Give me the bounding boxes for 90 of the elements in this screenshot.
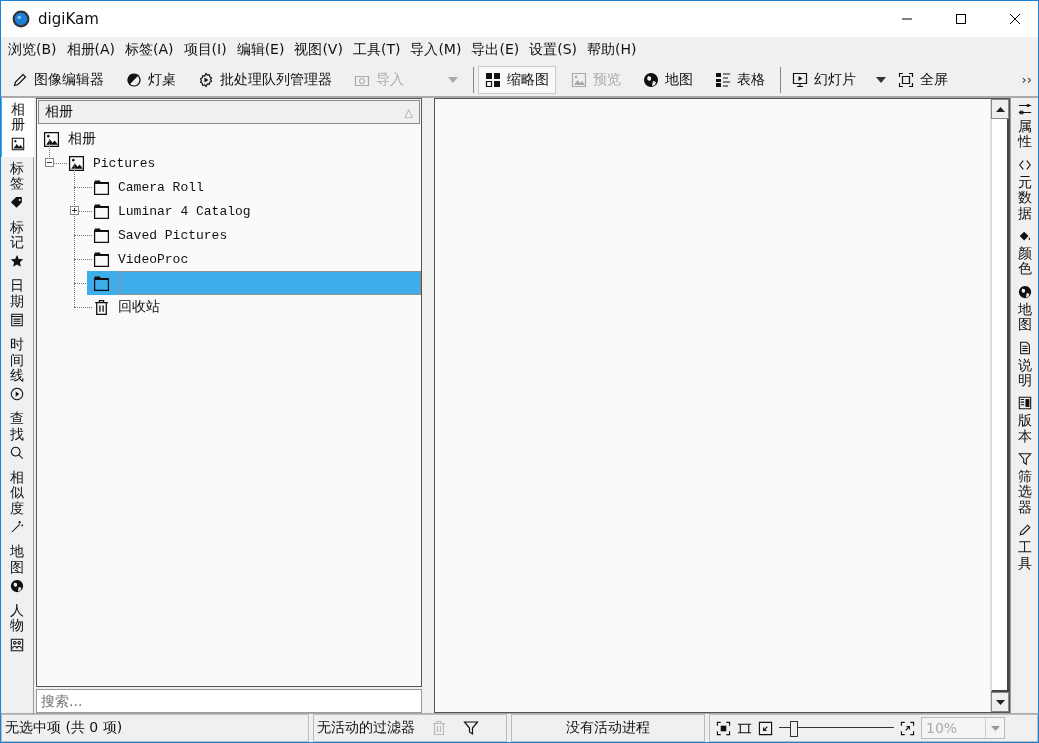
toolbar-button[interactable]: 灯桌 (119, 65, 183, 94)
menu-item[interactable]: 导入(M) (405, 41, 467, 59)
fullscreen-icon (898, 71, 914, 88)
toolbar-button[interactable]: 地图 (636, 65, 700, 94)
image-icon (11, 136, 25, 151)
document-icon (1017, 340, 1032, 355)
sidebar-tab[interactable]: 标记 (1, 215, 33, 275)
search-field[interactable]: 搜索... (36, 689, 422, 713)
selection-status: 无选中项 (共 0 项) (1, 714, 309, 742)
monitor-play-icon (792, 71, 808, 88)
app-logo-icon (12, 10, 30, 28)
trash-icon (431, 720, 447, 736)
folder-icon (93, 226, 110, 244)
menu-item[interactable]: 相册(A) (61, 41, 121, 59)
sidebar-tab[interactable]: 地图 (1011, 280, 1038, 337)
sidebar-tab[interactable]: 颜色 (1011, 224, 1038, 281)
sidebar-tab[interactable]: 人物 (1, 599, 33, 658)
folder-icon (93, 274, 110, 292)
sidebar-tab[interactable]: 筛选器 (1011, 448, 1038, 520)
sidebar-tab[interactable]: 查找 (1, 407, 33, 467)
toolbar-button[interactable]: 图像编辑器 (5, 65, 111, 94)
column-header[interactable]: 相册 △ (38, 100, 420, 124)
sidebar-tab[interactable]: 标签 (1, 156, 33, 216)
zoom-in-icon (900, 720, 915, 736)
caret-down-icon (876, 76, 886, 83)
folder-icon (93, 250, 110, 268)
scroll-down-icon (995, 699, 1005, 705)
image-icon (68, 154, 85, 172)
progress-status: 没有活动进程 (511, 714, 705, 742)
toolbar-button[interactable]: 批处理队列管理器 (191, 65, 339, 94)
sidebar-tab[interactable]: 相册 (1, 98, 34, 157)
calendar-icon (10, 313, 24, 328)
toolbar-button[interactable]: 表格 (708, 65, 772, 94)
gear-play-icon (198, 71, 214, 88)
pencil-icon (1017, 523, 1032, 538)
grid-icon (485, 71, 501, 88)
filter-icon (1017, 452, 1032, 467)
caret-down-icon (448, 76, 458, 83)
zoom-slider[interactable] (779, 718, 894, 738)
star-icon (10, 254, 24, 269)
filter-icon (463, 720, 479, 736)
menu-item[interactable]: 浏览(B) (3, 41, 62, 59)
maximize-icon (956, 14, 966, 24)
magic-wand-icon (10, 520, 24, 535)
image-icon (571, 71, 587, 88)
tag-icon (10, 195, 24, 210)
search-icon (10, 446, 24, 461)
sidebar-tab[interactable]: 元数据 (1011, 153, 1038, 225)
expand-toggle[interactable] (45, 158, 54, 167)
sidebar-tab[interactable]: 日期 (1, 274, 33, 334)
caret-down-icon (990, 725, 1000, 731)
people-icon (10, 637, 24, 652)
trash-icon (93, 298, 110, 316)
image-icon (43, 130, 60, 148)
window-title: digiKam (38, 10, 99, 28)
globe-icon (643, 71, 659, 88)
sidebar-tab[interactable]: 属性 (1011, 98, 1038, 154)
menu-item[interactable]: 视图(V) (289, 41, 348, 59)
scrollbar[interactable] (990, 99, 1009, 712)
pencil-icon (12, 71, 28, 88)
toolbar-button[interactable]: 幻灯片 (785, 65, 863, 94)
menu-item[interactable]: 编辑(E) (231, 41, 290, 59)
sidebar-tab[interactable]: 工具 (1011, 519, 1038, 576)
sidebar-tab[interactable]: 时间线 (1, 333, 33, 408)
menu-item[interactable]: 帮助(H) (582, 41, 642, 59)
sidebar-tab[interactable]: 说明 (1011, 336, 1038, 393)
menu-item[interactable]: 标签(A) (120, 41, 179, 59)
menu-item[interactable]: 工具(T) (347, 41, 406, 59)
filter-status: 无活动的过滤器 (317, 719, 415, 737)
expand-toggle[interactable] (70, 206, 79, 215)
folder-icon (93, 202, 110, 220)
versions-icon (1017, 396, 1032, 411)
toolbar-button[interactable]: 全屏 (891, 65, 955, 94)
zoom-fit-icon (716, 720, 731, 736)
scroll-up-icon (995, 106, 1005, 112)
globe-icon (1017, 284, 1032, 299)
table-icon (715, 71, 731, 88)
sidebar-tab[interactable]: 地图 (1, 540, 33, 600)
menu-item[interactable]: 设置(S) (524, 41, 582, 59)
globe-icon (10, 579, 24, 594)
menu-item[interactable]: 项目(I) (178, 41, 232, 59)
menu-item[interactable]: 导出(E) (466, 41, 525, 59)
folder-icon (93, 178, 110, 196)
toolbar-overflow-button[interactable]: ›› (1021, 72, 1032, 87)
sidebar-tab[interactable]: 版本 (1011, 392, 1038, 449)
toolbar-button[interactable]: 缩略图 (478, 65, 556, 94)
close-icon (1010, 14, 1020, 24)
sidebar-tab[interactable]: 相似度 (1, 466, 33, 541)
sliders-icon (1017, 102, 1032, 116)
zoom-out-icon (758, 720, 773, 736)
